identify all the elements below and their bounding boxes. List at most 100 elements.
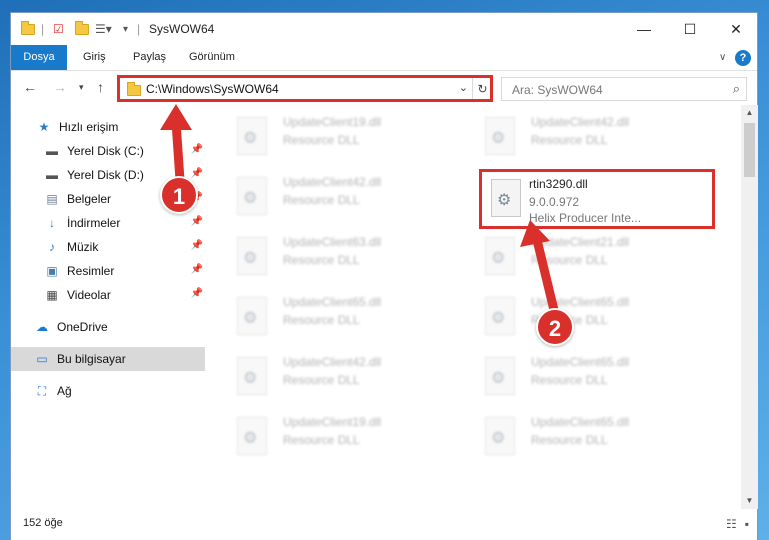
sidebar-item-network[interactable]: ⛶ Ağ xyxy=(11,379,205,403)
customize-icon[interactable]: ☰▾ xyxy=(95,21,112,37)
tab-view[interactable]: Görünüm xyxy=(189,45,235,70)
help-icon[interactable]: ? xyxy=(735,50,751,66)
pin-icon[interactable]: 📌 xyxy=(191,144,203,155)
list-item[interactable]: ⚙ UpdateClient42.dll Resource DLL xyxy=(227,349,457,405)
list-item[interactable]: ⚙ UpdateClient42.dll Resource DLL xyxy=(227,169,457,225)
recent-locations-icon[interactable]: ▾ xyxy=(79,82,84,93)
pictures-icon: ▣ xyxy=(46,264,58,278)
dll-file-icon: ⚙ xyxy=(485,237,515,275)
video-icon: ▦ xyxy=(46,288,58,302)
search-placeholder: Ara: SysWOW64 xyxy=(512,83,603,97)
properties-icon[interactable]: ☑ xyxy=(53,21,64,37)
sidebar-item-label: Resimler xyxy=(67,264,115,278)
sidebar-item-label: İndirmeler xyxy=(67,216,121,230)
dll-file-icon: ⚙ xyxy=(485,297,515,335)
list-item[interactable]: ⚙ UpdateClient65.dll Resource DLL xyxy=(227,289,457,345)
sidebar-item-label: OneDrive xyxy=(57,320,108,334)
tab-share[interactable]: Paylaş xyxy=(133,45,166,70)
computer-icon: ▭ xyxy=(36,352,48,366)
sidebar-item-pictures[interactable]: ▣ Resimler 📌 xyxy=(11,259,205,283)
details-view-icon[interactable]: ☷ xyxy=(726,517,737,531)
file-list: ⚙ UpdateClient19.dll Resource DLL ⚙ Upda… xyxy=(213,105,741,509)
file-name: UpdateClient65.dll xyxy=(531,415,630,429)
tab-file[interactable]: Dosya xyxy=(11,45,67,70)
documents-icon: ▤ xyxy=(46,192,58,206)
vertical-scrollbar[interactable]: ▲ ▼ xyxy=(741,105,758,509)
dll-file-icon: ⚙ xyxy=(237,417,267,455)
new-folder-icon[interactable] xyxy=(75,20,89,37)
minimize-button[interactable]: — xyxy=(621,13,667,45)
sidebar-item-onedrive[interactable]: ☁ OneDrive xyxy=(11,315,205,339)
sidebar-item-music[interactable]: ♪ Müzik 📌 xyxy=(11,235,205,259)
download-icon: ↓ xyxy=(49,216,55,230)
item-count: 152 öğe xyxy=(23,517,63,529)
search-icon[interactable]: ⌕ xyxy=(733,81,740,97)
drive-icon: ▬ xyxy=(46,168,58,182)
up-button[interactable]: ↑ xyxy=(97,79,104,95)
sidebar-item-label: Yerel Disk (D:) xyxy=(67,168,144,182)
dll-file-icon: ⚙ xyxy=(237,237,267,275)
pin-icon[interactable]: 📌 xyxy=(191,288,203,299)
separator: | xyxy=(137,22,141,36)
tab-home[interactable]: Giriş xyxy=(83,45,106,70)
maximize-button[interactable]: ☐ xyxy=(667,13,713,45)
large-icons-view-icon[interactable]: ▪ xyxy=(745,517,749,531)
dll-file-icon: ⚙ xyxy=(485,417,515,455)
cloud-icon: ☁ xyxy=(36,320,48,334)
dll-file-icon: ⚙ xyxy=(237,357,267,395)
sidebar-item-videos[interactable]: ▦ Videolar 📌 xyxy=(11,283,205,307)
sidebar-item-label: Bu bilgisayar xyxy=(57,352,126,366)
search-input[interactable]: Ara: SysWOW64 ⌕ xyxy=(501,77,747,101)
pin-icon[interactable]: 📌 xyxy=(191,168,203,179)
sidebar-item-quick-access[interactable]: ★ Hızlı erişim xyxy=(11,115,205,139)
forward-button[interactable]: → xyxy=(53,79,67,95)
sidebar-item-downloads[interactable]: ↓ İndirmeler 📌 xyxy=(11,211,205,235)
navigation-pane: ★ Hızlı erişim ▬ Yerel Disk (C:) 📌 ▬ Yer… xyxy=(11,105,213,509)
list-item[interactable]: ⚙ UpdateClient19.dll Resource DLL xyxy=(227,109,457,165)
scroll-down-icon[interactable]: ▼ xyxy=(741,493,758,509)
expand-ribbon-icon[interactable]: ∨ xyxy=(719,45,726,70)
dll-file-icon: ⚙ xyxy=(485,357,515,395)
file-description: Resource DLL xyxy=(531,133,608,147)
file-name: UpdateClient42.dll xyxy=(283,175,382,189)
list-item[interactable]: ⚙ UpdateClient42.dll Resource DLL xyxy=(475,109,705,165)
file-highlight-box xyxy=(479,169,715,229)
sidebar-item-label: Videolar xyxy=(67,288,111,302)
pin-icon[interactable]: 📌 xyxy=(191,216,203,227)
list-item[interactable]: ⚙ UpdateClient65.dll Resource DLL xyxy=(475,349,705,405)
list-item[interactable]: ⚙ UpdateClient65.dll Resource DLL xyxy=(475,409,705,465)
sidebar-item-local-disk-c[interactable]: ▬ Yerel Disk (C:) 📌 xyxy=(11,139,205,163)
dll-file-icon: ⚙ xyxy=(237,177,267,215)
pin-icon[interactable]: 📌 xyxy=(191,264,203,275)
sidebar-item-this-pc[interactable]: ▭ Bu bilgisayar xyxy=(11,347,205,371)
scroll-up-icon[interactable]: ▲ xyxy=(741,105,758,121)
list-item[interactable]: ⚙ UpdateClient65.dll Resource DLL xyxy=(475,289,705,345)
file-name: UpdateClient19.dll xyxy=(283,415,382,429)
star-icon: ★ xyxy=(38,120,50,134)
status-bar: 152 öğe ☷ ▪ xyxy=(11,509,757,540)
list-item[interactable]: ⚙ UpdateClient63.dll Resource DLL xyxy=(227,229,457,285)
pin-icon[interactable]: 📌 xyxy=(191,240,203,251)
dll-file-icon: ⚙ xyxy=(237,117,267,155)
file-name: UpdateClient65.dll xyxy=(283,295,382,309)
view-toggle: ☷ ▪ xyxy=(726,517,749,531)
file-description: Resource DLL xyxy=(283,313,360,327)
list-item[interactable]: ⚙ UpdateClient19.dll Resource DLL xyxy=(227,409,457,465)
file-name: UpdateClient65.dll xyxy=(531,355,630,369)
sidebar-item-label: Müzik xyxy=(67,240,99,254)
scrollbar-thumb[interactable] xyxy=(744,123,755,177)
file-description: Resource DLL xyxy=(531,253,608,267)
file-name: UpdateClient65.dll xyxy=(531,295,630,309)
address-highlight-box xyxy=(117,75,493,102)
window-title: SysWOW64 xyxy=(149,22,215,36)
list-item[interactable]: ⚙ UpdateClient21.dll Resource DLL xyxy=(475,229,705,285)
file-description: Resource DLL xyxy=(283,133,360,147)
back-button[interactable]: ← xyxy=(23,79,37,95)
close-button[interactable]: ✕ xyxy=(713,13,759,45)
file-name: UpdateClient42.dll xyxy=(531,115,630,129)
file-name: UpdateClient21.dll xyxy=(531,235,630,249)
file-description: Resource DLL xyxy=(531,433,608,447)
file-name: UpdateClient63.dll xyxy=(283,235,382,249)
dll-file-icon: ⚙ xyxy=(237,297,267,335)
quick-access-dropdown-icon[interactable]: ▾ xyxy=(123,21,128,37)
